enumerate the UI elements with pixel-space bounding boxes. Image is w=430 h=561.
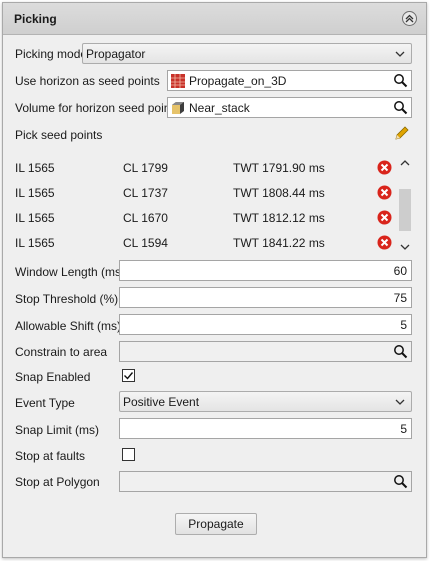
seed-cl: CL 1799 <box>123 161 168 175</box>
search-icon[interactable] <box>393 73 408 88</box>
list-item[interactable]: IL 1565 CL 1799 TWT 1791.90 ms <box>15 156 395 181</box>
volume-seed-value: Near_stack <box>189 101 250 115</box>
volume-icon <box>172 102 184 114</box>
list-item[interactable]: IL 1565 CL 1670 TWT 1812.12 ms <box>15 206 395 231</box>
stop-faults-label: Stop at faults <box>15 449 86 463</box>
seed-il: IL 1565 <box>15 161 55 175</box>
pick-seed-label: Pick seed points <box>15 128 103 142</box>
panel-titlebar[interactable]: Picking <box>3 3 426 35</box>
picking-mode-label: Picking mode <box>15 47 88 61</box>
delete-icon[interactable] <box>377 185 392 200</box>
snap-limit-input[interactable]: 5 <box>119 418 412 439</box>
snap-enabled-checkbox[interactable] <box>122 369 135 382</box>
seed-cl: CL 1594 <box>123 236 168 250</box>
event-type-label: Event Type <box>15 396 75 410</box>
horizon-icon <box>171 74 185 88</box>
stop-faults-checkbox[interactable] <box>122 448 135 461</box>
seed-points-list[interactable]: IL 1565 CL 1799 TWT 1791.90 ms IL 1565 C… <box>15 153 415 257</box>
search-icon[interactable] <box>393 100 408 115</box>
seed-twt: TWT 1812.12 ms <box>233 211 325 225</box>
picking-mode-select[interactable]: Propagator <box>82 43 412 64</box>
stop-threshold-value: 75 <box>393 291 407 305</box>
stop-threshold-input[interactable]: 75 <box>119 287 412 308</box>
seed-twt: TWT 1841.22 ms <box>233 236 325 250</box>
chevron-down-icon <box>395 399 405 405</box>
snap-limit-label: Snap Limit (ms) <box>15 423 100 437</box>
panel-title: Picking <box>14 12 57 26</box>
constrain-area-field[interactable] <box>119 341 412 362</box>
stop-threshold-label: Stop Threshold (%) <box>15 292 119 306</box>
horizon-seed-value: Propagate_on_3D <box>189 74 287 88</box>
picking-panel: Picking Picking mode Propagator Use hori… <box>2 2 427 558</box>
check-icon <box>124 372 134 380</box>
horizon-seed-label: Use horizon as seed points <box>15 74 160 88</box>
chevron-down-icon <box>395 51 405 57</box>
event-type-select[interactable]: Positive Event <box>119 391 412 412</box>
event-type-value: Positive Event <box>123 395 200 409</box>
delete-icon[interactable] <box>377 160 392 175</box>
search-icon[interactable] <box>393 474 408 489</box>
seed-cl: CL 1737 <box>123 186 168 200</box>
volume-seed-field[interactable]: Near_stack <box>167 97 412 118</box>
picking-mode-value: Propagator <box>86 47 146 61</box>
search-icon[interactable] <box>393 344 408 359</box>
propagate-button[interactable]: Propagate <box>175 513 257 535</box>
pencil-icon[interactable] <box>394 125 410 141</box>
window-length-input[interactable]: 60 <box>119 260 412 281</box>
chevron-up-icon[interactable] <box>400 159 410 167</box>
allowable-shift-value: 5 <box>400 318 407 332</box>
volume-seed-label: Volume for horizon seed points <box>15 101 180 115</box>
scrollbar-thumb[interactable] <box>399 189 411 231</box>
stop-polygon-label: Stop at Polygon <box>15 475 100 489</box>
window-length-label: Window Length (ms) <box>15 265 126 279</box>
window-length-value: 60 <box>393 264 407 278</box>
seed-twt: TWT 1808.44 ms <box>233 186 325 200</box>
constrain-area-label: Constrain to area <box>15 345 108 359</box>
seed-list-scrollbar[interactable] <box>398 153 413 257</box>
allowable-shift-label: Allowable Shift (ms) <box>15 319 122 333</box>
seed-twt: TWT 1791.90 ms <box>233 161 325 175</box>
collapse-icon[interactable] <box>402 11 417 26</box>
snap-limit-value: 5 <box>400 422 407 436</box>
stop-polygon-field[interactable] <box>119 471 412 492</box>
delete-icon[interactable] <box>377 210 392 225</box>
delete-icon[interactable] <box>377 235 392 250</box>
seed-il: IL 1565 <box>15 211 55 225</box>
seed-il: IL 1565 <box>15 186 55 200</box>
allowable-shift-input[interactable]: 5 <box>119 314 412 335</box>
snap-enabled-label: Snap Enabled <box>15 370 91 384</box>
chevron-down-icon[interactable] <box>400 243 410 251</box>
list-item[interactable]: IL 1565 CL 1737 TWT 1808.44 ms <box>15 181 395 206</box>
seed-il: IL 1565 <box>15 236 55 250</box>
seed-cl: CL 1670 <box>123 211 168 225</box>
horizon-seed-field[interactable]: Propagate_on_3D <box>167 70 412 91</box>
list-item[interactable]: IL 1565 CL 1594 TWT 1841.22 ms <box>15 231 395 256</box>
